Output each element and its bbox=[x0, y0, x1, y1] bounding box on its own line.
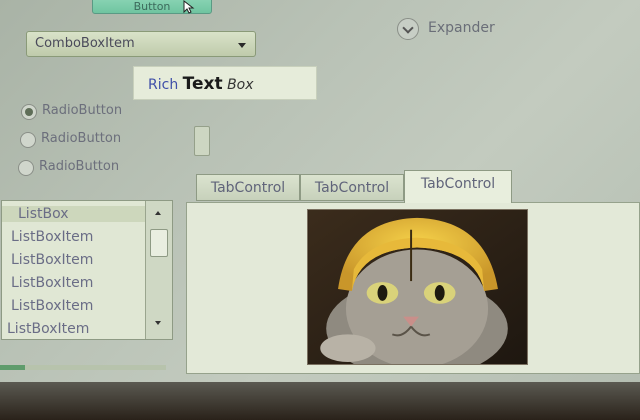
combobox-selected: ComboBoxItem bbox=[35, 36, 135, 51]
list-item[interactable]: ListBoxItem bbox=[11, 229, 93, 245]
list-item[interactable]: ListBox bbox=[2, 206, 160, 222]
cursor-icon bbox=[183, 0, 195, 14]
listbox[interactable]: ListBox ListBoxItem ListBoxItem ListBoxI… bbox=[1, 200, 173, 340]
progress-fill bbox=[0, 365, 25, 370]
radio-unchecked-indicator bbox=[18, 160, 34, 176]
scroll-down-icon[interactable] bbox=[155, 321, 161, 325]
radio-button-label: RadioButton bbox=[39, 159, 120, 174]
rich-text-word-text: Text bbox=[182, 74, 223, 94]
list-item[interactable]: ListBoxItem bbox=[11, 275, 93, 291]
radio-button-label: RadioButton bbox=[41, 131, 122, 146]
small-toggle-button[interactable] bbox=[194, 126, 210, 156]
tab-2[interactable]: TabControl bbox=[300, 174, 404, 201]
progress-bar bbox=[0, 365, 166, 370]
scroll-up-icon[interactable] bbox=[155, 211, 161, 215]
radio-button-label: RadioButton bbox=[42, 103, 123, 118]
listbox-scrollbar[interactable] bbox=[145, 201, 172, 339]
chevron-down-icon bbox=[238, 43, 246, 48]
rich-text-word-rich: Rich bbox=[148, 77, 179, 93]
scroll-thumb[interactable] bbox=[150, 229, 168, 257]
radio-checked-indicator bbox=[21, 104, 37, 120]
expander-chevron-icon[interactable] bbox=[397, 18, 419, 40]
list-item[interactable]: ListBoxItem bbox=[7, 321, 89, 337]
expander-label[interactable]: Expander bbox=[428, 20, 495, 36]
cat-photo bbox=[307, 209, 528, 365]
rich-text-box[interactable]: Rich Text Box bbox=[133, 66, 317, 100]
rich-text-word-box: Box bbox=[227, 77, 254, 93]
list-item[interactable]: ListBoxItem bbox=[11, 298, 93, 314]
tab-3[interactable]: TabControl bbox=[404, 170, 512, 203]
list-item[interactable]: ListBoxItem bbox=[11, 252, 93, 268]
screen-bottom-edge bbox=[0, 382, 640, 420]
combobox[interactable]: ComboBoxItem bbox=[26, 31, 256, 57]
tab-1[interactable]: TabControl bbox=[196, 174, 300, 201]
radio-unchecked-indicator bbox=[20, 132, 36, 148]
